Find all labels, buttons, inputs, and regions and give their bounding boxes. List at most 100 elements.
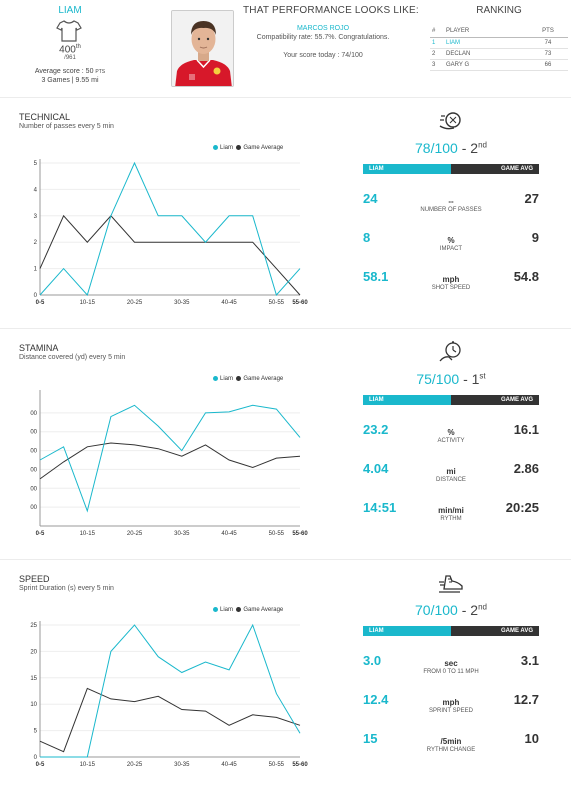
ranking-player: DECLAN — [444, 48, 528, 60]
chart-legend: Liam Game Average — [213, 145, 283, 151]
metric-player-value: 4.04 — [363, 461, 389, 476]
x-tick-label: 20-25 — [127, 531, 143, 537]
ranking-player: GARY G — [444, 59, 528, 71]
x-tick-label: 55-60 — [292, 762, 308, 768]
games-summary: 3 Games | 9.55 mi — [41, 77, 99, 84]
x-tick-label: 50-55 — [269, 531, 285, 537]
metric-player-value: 8 — [363, 230, 371, 245]
ranking-row[interactable]: 3 GARY G 66 — [430, 59, 568, 71]
chart-legend: Liam Game Average — [213, 607, 283, 613]
series-line-liam — [39, 404, 301, 513]
metric-player-value: 12.4 — [363, 692, 389, 707]
metric-player-value: 3.0 — [363, 653, 382, 668]
y-tick-label: 500 — [30, 430, 38, 436]
metric-average-value: 54.8 — [513, 269, 539, 284]
ranking-header-pts: PTS — [528, 26, 568, 38]
speed-chart: 0 5 10 15 20 25 0-5 10-15 20-25 30-35 40-45 50-55 55… — [30, 621, 308, 768]
metric-label: SPRINT SPEED — [429, 708, 473, 714]
ranking-pts: 74 — [528, 37, 568, 49]
chart-legend: Liam Game Average — [213, 376, 283, 382]
series-line-liam — [40, 623, 301, 758]
metric-average-value: 20:25 — [505, 500, 539, 515]
legend-label-average: Game Average — [243, 145, 284, 152]
ranking-row[interactable]: 2 DECLAN 73 — [430, 48, 568, 60]
legend-dot-average — [236, 376, 242, 381]
technical-chart: 0 1 2 3 4 5 0-5 10-15 20-25 30-35 40-45 50-55 55-60 — [34, 159, 308, 306]
legend-label-liam: Liam — [220, 607, 234, 614]
legend-label-liam: Liam — [220, 376, 234, 383]
player-photo — [171, 10, 234, 87]
metric-player-value: 14:51 — [363, 500, 397, 515]
metric-average-value: 9 — [531, 230, 539, 245]
x-tick-label: 0-5 — [36, 300, 45, 306]
x-tick-label: 20-25 — [127, 300, 143, 306]
comparison-bar: LIAM GAME AVG — [363, 164, 539, 174]
y-tick-label: 100 — [30, 505, 38, 511]
section-subtitle-stamina: Distance covered (yd) every 5 min — [19, 354, 126, 361]
comparison-bar: LIAM GAME AVG — [363, 626, 539, 636]
section-score: 70/100 - 2nd — [415, 602, 487, 618]
ranking-pos: 2 — [430, 48, 444, 60]
y-tick-label: 4 — [34, 187, 38, 193]
ranking-title: RANKING — [476, 5, 522, 16]
metric-label: SHOT SPEED — [431, 285, 471, 291]
y-tick-label: 20 — [30, 649, 37, 655]
metric-label: IMPACT — [439, 246, 463, 252]
y-tick-label: 400 — [30, 449, 38, 455]
x-tick-label: 20-25 — [127, 762, 143, 768]
x-tick-label: 30-35 — [174, 762, 190, 768]
stopwatch-hand-icon — [439, 341, 461, 362]
legend-label-average: Game Average — [243, 607, 284, 614]
y-tick-label: 600 — [30, 411, 38, 417]
legend-dot-liam — [213, 607, 218, 612]
ranking-header-player: PLAYER — [444, 26, 528, 38]
legend-dot-average — [236, 145, 242, 150]
running-shoe-icon — [439, 575, 463, 593]
x-tick-label: 50-55 — [269, 762, 285, 768]
x-tick-label: 10-15 — [80, 531, 96, 537]
ranking-row[interactable]: 1 LIAM 74 — [430, 37, 568, 49]
performance-match-name[interactable]: MARCOS ROJO — [243, 25, 403, 32]
y-tick-label: 1 — [34, 267, 38, 273]
ranking-header-pos: # — [430, 26, 444, 38]
ranking-pos: 3 — [430, 59, 444, 71]
ranking-header-row: # PLAYER PTS — [430, 26, 568, 38]
x-tick-label: 30-35 — [174, 531, 190, 537]
stamina-chart: 100 200 300 400 500 600 0-5 10-15 20-25 30-35 40-4… — [30, 390, 308, 537]
metric-label: DISTANCE — [436, 477, 466, 483]
y-tick-label: 10 — [30, 702, 37, 708]
player-name: LIAM — [58, 5, 82, 16]
x-tick-label: 55-60 — [292, 531, 308, 537]
metric-player-value: 15 — [363, 731, 378, 746]
x-tick-label: 0-5 — [36, 531, 45, 537]
x-tick-label: 50-55 — [269, 300, 285, 306]
ball-kick-icon — [439, 112, 461, 130]
bar-label-right: GAME AVG — [451, 395, 539, 405]
series-line-average — [39, 442, 301, 480]
metric-player-value: 58.1 — [363, 269, 389, 284]
metric-average-value: 12.7 — [513, 692, 539, 707]
y-tick-label: 0 — [34, 293, 38, 299]
x-tick-label: 30-35 — [174, 300, 190, 306]
legend-dot-liam — [213, 376, 218, 381]
ranking-pts: 73 — [528, 48, 568, 60]
metric-average-value: 10 — [524, 731, 539, 746]
x-tick-label: 10-15 — [80, 300, 96, 306]
y-tick-label: 25 — [30, 623, 37, 629]
y-tick-label: 200 — [30, 486, 38, 492]
series-line-liam — [39, 161, 301, 296]
section-title-stamina: STAMINA — [19, 343, 59, 353]
legend-dot-average — [236, 607, 242, 612]
y-tick-label: 3 — [34, 214, 38, 220]
metric-average-value: 3.1 — [520, 653, 539, 668]
y-tick-label: 15 — [30, 676, 37, 682]
divider — [0, 97, 571, 98]
x-tick-label: 55-60 — [292, 300, 308, 306]
section-score: 75/100 - 1st — [416, 371, 486, 387]
section-score: 78/100 - 2nd — [415, 140, 487, 156]
legend-label-average: Game Average — [243, 376, 284, 383]
series-line-average — [39, 214, 301, 296]
average-score: Average score : 50 PTS — [34, 68, 106, 75]
section-title-speed: SPEED — [19, 574, 50, 584]
x-tick-label: 0-5 — [36, 762, 45, 768]
